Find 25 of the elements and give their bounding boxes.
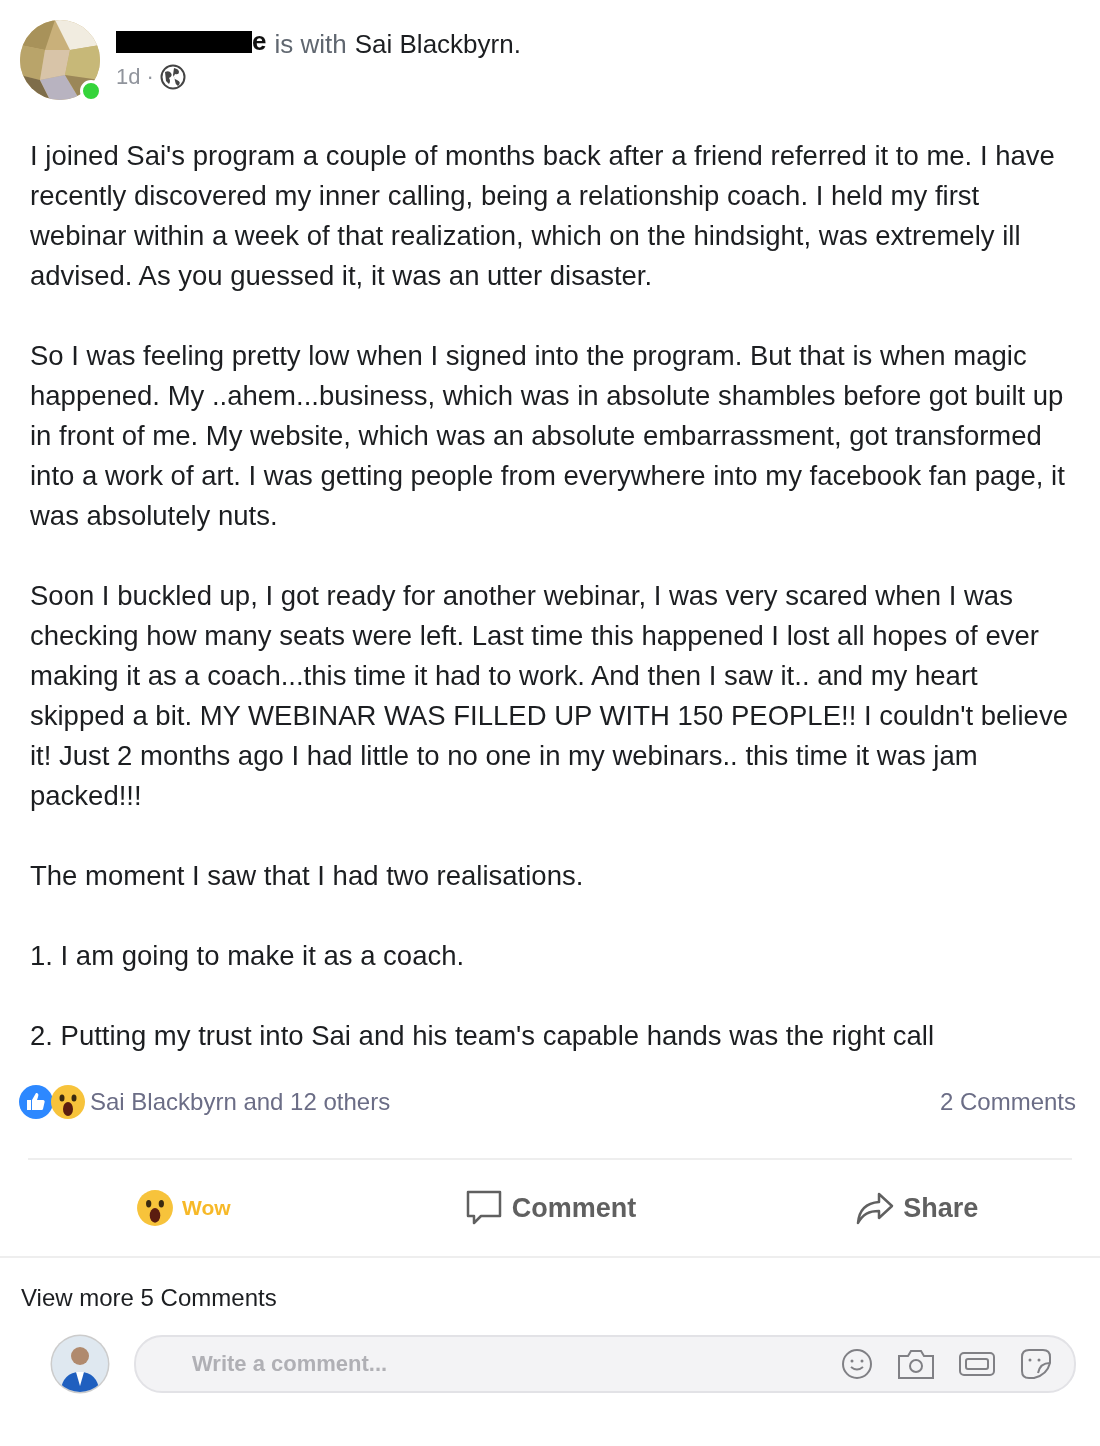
sticker-icon[interactable]	[1018, 1347, 1054, 1381]
like-icon	[18, 1084, 54, 1120]
author-name[interactable]: e	[252, 26, 267, 57]
with-text: is with	[274, 28, 347, 60]
camera-icon[interactable]	[896, 1347, 936, 1381]
post-paragraph: 2. Putting my trust into Sai and his team's capable hands was the right call	[30, 1019, 936, 1053]
post-paragraph: The moment I saw that I had two realisations.	[30, 859, 585, 893]
post-paragraph: So I was feeling pretty low when I signed into the program. But that is when magic happened. My ..ahem...business, which was in absolute shambles before got built up in front of me. My website, which was an absolute embarrassment, got transformed into a work of art. I was getting people from everywhere into my facebook fan page, it was absolutely nuts.	[30, 339, 1066, 533]
smiley-icon[interactable]	[840, 1347, 874, 1381]
comment-box[interactable]: Write a comment...	[134, 1335, 1076, 1393]
wow-icon	[136, 1189, 175, 1227]
comments-count[interactable]: 2 Comments	[939, 1088, 1076, 1116]
post-paragraph: Soon I buckled up, I got ready for another webinar, I was very scared when I was checking how many seats were left. Last time this happened I lost all hopes of ever making it as a coach...this time it had to work. And then I saw it.. and my heart skipped a bit. MY WEBINAR WAS FILLED UP WITH 150 PEOPLE!! I couldn't believe it! Just 2 months ago I had little to no one in my webinars.. this time it was jam packed!!!	[30, 579, 1069, 813]
separator: ·	[146, 63, 154, 90]
reactions-summary[interactable]: Sai Blackbyrn and 12 others	[90, 1088, 391, 1116]
view-more-comments-link[interactable]: View more 5 Comments	[0, 1258, 1100, 1312]
post-paragraph: 1. I am going to make it as a coach.	[30, 939, 466, 973]
comment-input-field[interactable]: Write a comment...	[190, 1350, 840, 1378]
tagged-name[interactable]: Sai Blackbyrn.	[354, 28, 521, 60]
share-button[interactable]: Share	[733, 1160, 1100, 1256]
globe-icon	[159, 63, 186, 90]
gif-icon[interactable]	[958, 1349, 996, 1379]
wow-icon	[50, 1084, 86, 1120]
post-paragraph: I joined Sai's program a couple of months back after a friend referred it to me. I have recently discovered my inner calling, being a relationship coach. I held my first webinar within a week of that realization, which on the hindsight, was extremely ill advised. As you guessed it, it was an utter disaster.	[30, 139, 1056, 293]
comment-button[interactable]: Comment	[366, 1160, 734, 1256]
